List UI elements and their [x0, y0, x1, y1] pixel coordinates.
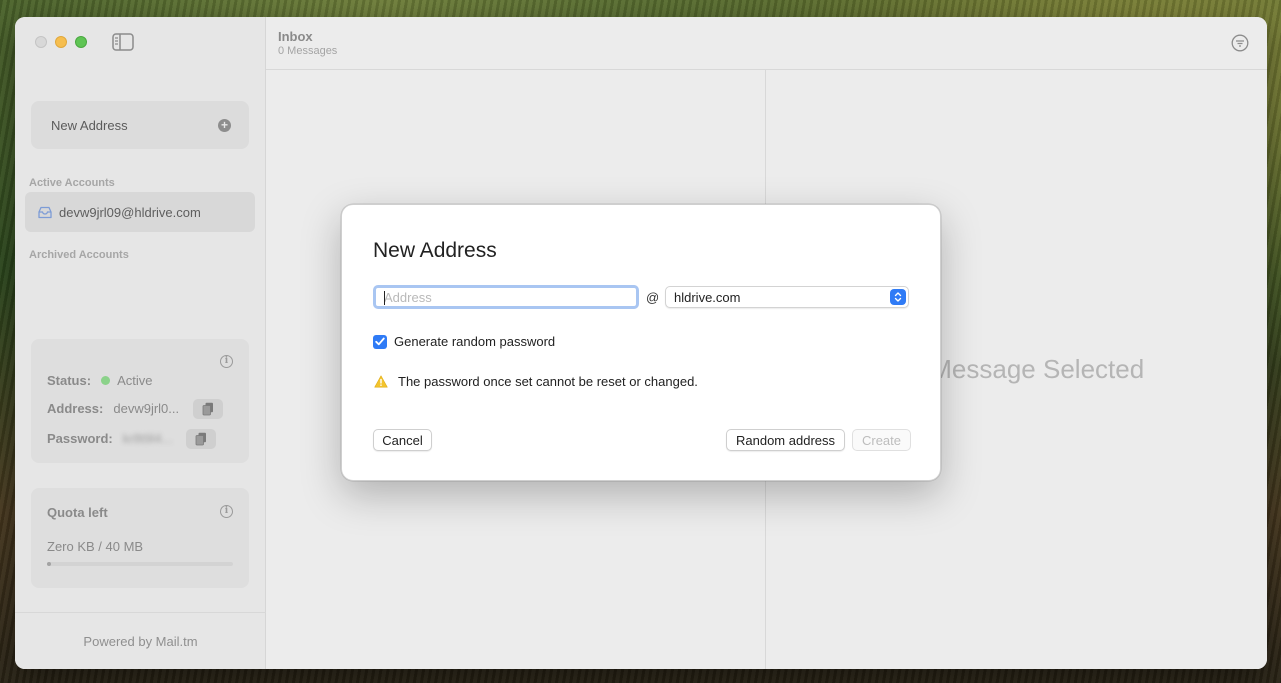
page-title: Inbox [278, 29, 313, 44]
warning-triangle-icon [374, 375, 388, 388]
sidebar-toggle-icon[interactable] [112, 33, 134, 51]
status-value: Active [117, 373, 153, 388]
message-count: 0 Messages [278, 45, 338, 57]
password-key: Password: [47, 431, 113, 446]
password-value-blurred: kr8t9l4... [122, 431, 173, 446]
status-dot-icon [101, 376, 111, 385]
new-address-button[interactable]: New Address + [31, 101, 249, 149]
info-icon[interactable]: i [220, 505, 233, 518]
quota-card: Quota left i Zero KB / 40 MB [31, 488, 249, 588]
address-value: devw9jrl0... [113, 401, 180, 416]
generate-password-checkbox[interactable] [373, 334, 387, 349]
password-warning: The password once set cannot be reset or… [374, 374, 698, 389]
plus-circle-icon: + [218, 118, 231, 132]
window-controls [35, 36, 87, 48]
domain-select[interactable]: hldrive.com [665, 286, 909, 308]
create-button[interactable]: Create [852, 429, 911, 451]
quota-value-row: Zero KB / 40 MB [47, 539, 143, 554]
close-window-button[interactable] [35, 36, 47, 48]
address-row: Address: devw9jrl0... [47, 401, 179, 416]
account-email: devw9jrl09@hldrive.com [59, 204, 201, 220]
status-key: Status: [47, 373, 92, 388]
checkmark-icon [375, 337, 385, 346]
new-address-dialog: New Address @ hldrive.com Generate rando… [341, 204, 941, 481]
active-accounts-heading: Active Accounts [29, 177, 115, 189]
chevron-updown-icon [890, 289, 906, 305]
copy-icon [202, 402, 213, 416]
info-icon[interactable]: i [220, 355, 233, 368]
generate-password-label[interactable]: Generate random password [394, 334, 555, 349]
archived-accounts-heading: Archived Accounts [29, 249, 129, 261]
quota-progress-bar [47, 562, 233, 566]
toolbar: Inbox 0 Messages [266, 17, 1267, 70]
password-row: Password: kr8t9l4... [47, 431, 173, 446]
new-address-label: New Address [51, 117, 128, 133]
quota-title: Quota left [47, 505, 108, 520]
sidebar: New Address + Active Accounts devw9jrl09… [15, 17, 266, 669]
quota-value: Zero KB / 40 MB [47, 539, 144, 554]
filter-icon[interactable] [1231, 34, 1249, 52]
sidebar-footer: Powered by Mail.tm [15, 612, 266, 669]
text-caret [384, 291, 385, 305]
at-sign: @ [646, 290, 660, 305]
copy-icon [195, 432, 206, 446]
minimize-window-button[interactable] [55, 36, 67, 48]
random-address-button[interactable]: Random address [726, 429, 845, 451]
address-input[interactable] [373, 285, 639, 309]
copy-password-button[interactable] [186, 429, 216, 449]
status-row: Status: Active [47, 373, 152, 388]
zoom-window-button[interactable] [75, 36, 87, 48]
address-key: Address: [47, 401, 104, 416]
powered-by-text: Powered by Mail.tm [83, 633, 198, 649]
sidebar-item-account[interactable]: devw9jrl09@hldrive.com [25, 192, 255, 232]
quota-title-row: Quota left [47, 505, 118, 520]
inbox-tray-icon [38, 206, 52, 218]
generate-password-row: Generate random password [373, 334, 555, 349]
account-info-card: i Status: Active Address: devw9jrl0... P… [31, 339, 249, 463]
copy-address-button[interactable] [193, 399, 223, 419]
domain-selected-value: hldrive.com [674, 289, 741, 305]
warning-text: The password once set cannot be reset or… [398, 374, 698, 389]
dialog-title: New Address [373, 239, 497, 262]
quota-progress-fill [47, 562, 51, 566]
cancel-button[interactable]: Cancel [373, 429, 432, 451]
